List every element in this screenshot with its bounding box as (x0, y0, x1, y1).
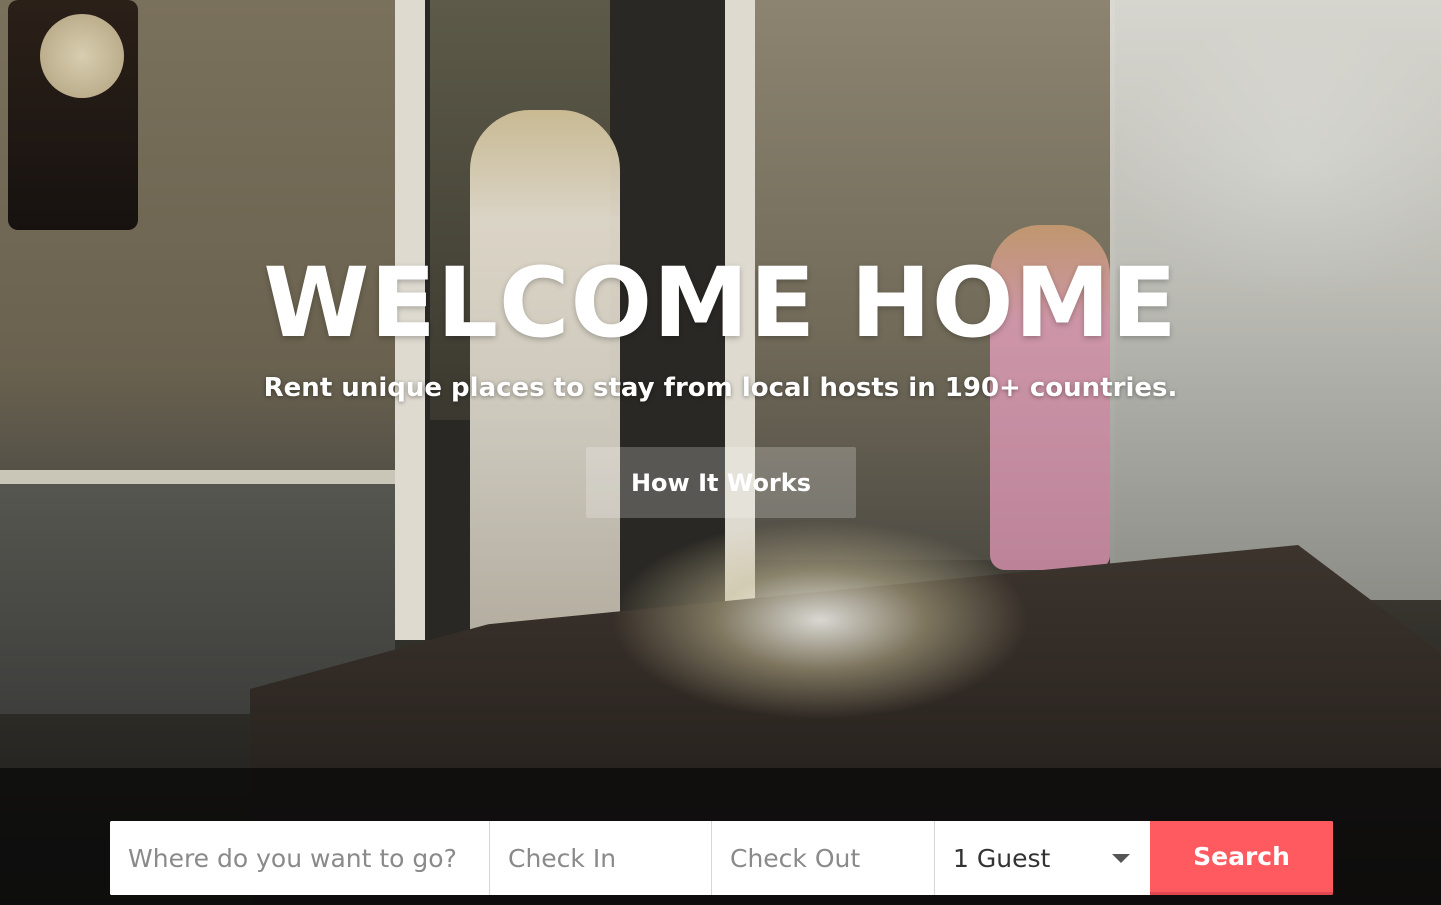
search-bar: 1 Guest Search (110, 821, 1333, 895)
destination-input[interactable] (110, 821, 490, 895)
check-out-input[interactable] (712, 821, 935, 895)
check-in-input[interactable] (490, 821, 712, 895)
guests-value: 1 Guest (953, 843, 1051, 873)
hero-subheadline: Rent unique places to stay from local ho… (263, 373, 1178, 403)
caret-down-icon (1112, 853, 1130, 863)
how-it-works-button[interactable]: How It Works (586, 447, 856, 518)
search-button[interactable]: Search (1150, 821, 1333, 895)
guests-select[interactable]: 1 Guest (935, 821, 1150, 895)
hero-background-clock (8, 0, 138, 230)
hero-headline: WELCOME HOME (263, 247, 1178, 359)
hero-background-chandelier (610, 520, 1030, 720)
hero-section: WELCOME HOME Rent unique places to stay … (0, 0, 1441, 905)
clock-face (40, 14, 124, 98)
